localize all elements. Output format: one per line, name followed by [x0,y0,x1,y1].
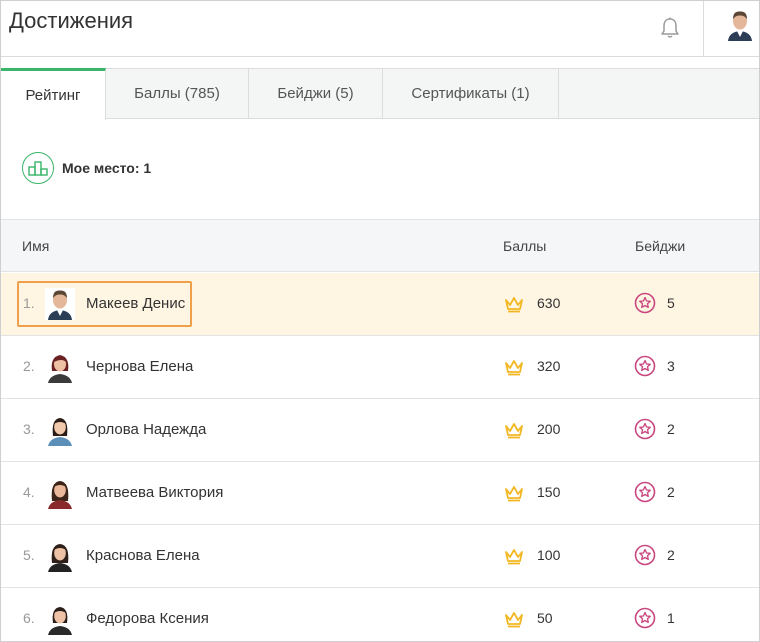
crown-icon [505,423,523,439]
table-header: Имя Баллы Бейджи [1,219,759,272]
tab-badges[interactable]: Бейджи (5) [249,68,383,119]
table-row[interactable]: 6. Федорова Ксения 50 1 [1,588,759,641]
crown-icon [505,612,523,628]
badge-star-icon [634,607,656,629]
header-divider [703,1,704,56]
points-value: 320 [537,358,561,374]
points-value: 100 [537,547,561,563]
badge-star-icon [634,418,656,440]
badges-value: 2 [667,484,675,500]
badges-value: 2 [667,547,675,563]
column-header-badges: Бейджи [635,238,686,254]
badges-value: 1 [667,610,675,626]
crown-icon [505,549,523,565]
badge-star-icon [634,355,656,377]
points-value: 200 [537,421,561,437]
my-place: Мое место: 1 [22,152,151,184]
table-row[interactable]: 5. Краснова Елена 100 2 [1,525,759,588]
bell-icon[interactable] [653,13,687,43]
table-row[interactable]: 2. Чернова Елена 320 3 [1,336,759,399]
tab-certificates[interactable]: Сертификаты (1) [383,68,559,119]
tab-points[interactable]: Баллы (785) [106,68,249,119]
crown-icon [505,297,523,313]
points-value: 630 [537,295,561,311]
user-name: Федорова Ксения [86,610,209,627]
achievements-window: Достижения Рейтинг Баллы (785) Бейджи (5… [0,0,760,642]
avatar [45,540,75,572]
column-header-points: Баллы [503,238,547,254]
points-value: 150 [537,484,561,500]
rank: 1. [23,295,35,311]
user-name: Макеев Денис [86,295,186,312]
badges-value: 2 [667,421,675,437]
table-row[interactable]: 4. Матвеева Виктория 150 2 [1,462,759,525]
rank: 5. [23,547,35,563]
page-title: Достижения [9,8,134,33]
table-row[interactable]: 1. Макеев Денис 630 5 [1,273,759,336]
tab-rating[interactable]: Рейтинг [1,68,106,120]
tab-bar: Рейтинг Баллы (785) Бейджи (5) Сертифика… [1,68,759,120]
badge-star-icon [634,292,656,314]
rank: 3. [23,421,35,437]
avatar [45,477,75,509]
badge-star-icon [634,481,656,503]
user-name: Орлова Надежда [86,421,207,438]
rank: 4. [23,484,35,500]
user-name: Матвеева Виктория [86,484,224,501]
rank: 6. [23,610,35,626]
user-name: Краснова Елена [86,547,200,564]
my-place-label: Мое место: 1 [62,160,152,176]
badge-star-icon [634,544,656,566]
crown-icon [505,360,523,376]
badges-value: 3 [667,358,675,374]
top-header: Достижения [1,1,759,57]
user-name: Чернова Елена [86,358,194,375]
table-row[interactable]: 3. Орлова Надежда 200 2 [1,399,759,462]
avatar [45,603,75,635]
podium-icon [22,152,54,184]
avatar [45,288,75,320]
avatar [45,351,75,383]
rank: 2. [23,358,35,374]
crown-icon [505,486,523,502]
avatar [45,414,75,446]
points-value: 50 [537,610,553,626]
column-header-name: Имя [22,238,50,254]
user-avatar[interactable] [725,9,755,41]
badges-value: 5 [667,295,675,311]
